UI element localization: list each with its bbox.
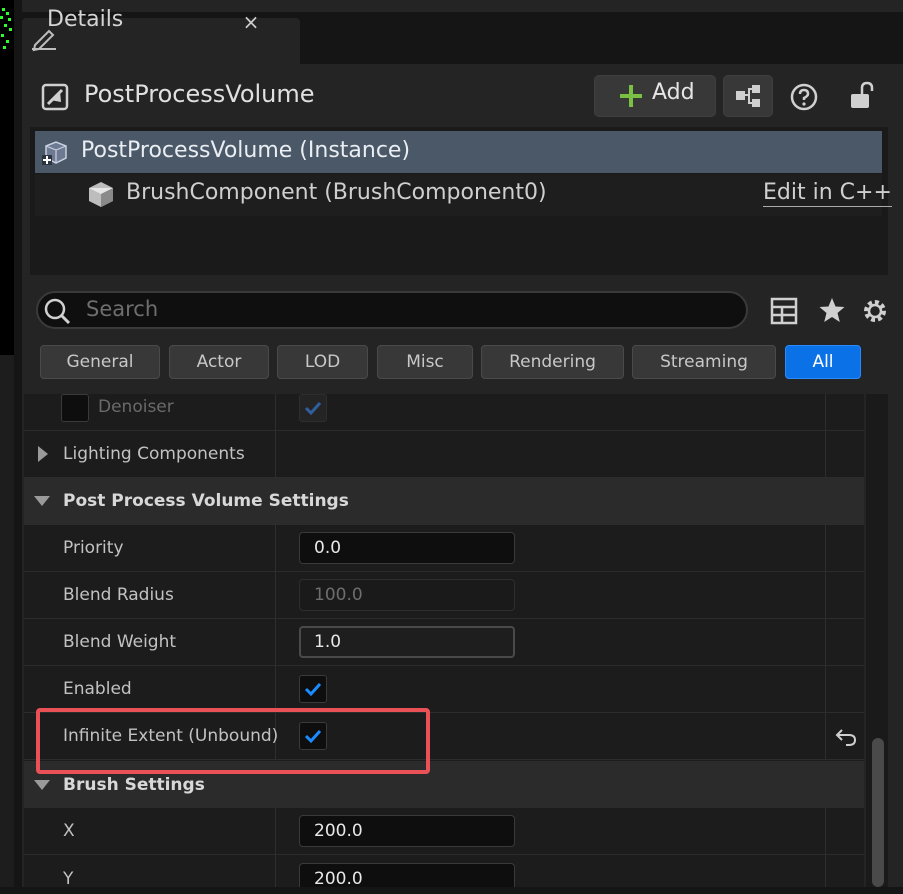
divider — [275, 572, 276, 618]
x-field[interactable]: 200.0 — [299, 815, 515, 847]
divider — [275, 619, 276, 665]
blend-weight-label: Blend Weight — [63, 632, 177, 652]
left-panel-edge — [0, 355, 14, 887]
reset-arrow-icon[interactable] — [834, 725, 858, 749]
filter-lod[interactable]: LOD — [277, 345, 368, 379]
filter-streaming[interactable]: Streaming — [632, 345, 776, 379]
gear-icon[interactable] — [860, 296, 890, 326]
divider — [825, 855, 826, 887]
divider — [275, 666, 276, 712]
property-row-x: X 200.0 — [24, 808, 864, 855]
divider — [275, 855, 276, 887]
search-icon — [44, 298, 71, 325]
priority-label: Priority — [63, 538, 124, 558]
help-icon[interactable] — [789, 82, 819, 112]
divider — [825, 431, 826, 477]
post-process-settings-label: Post Process Volume Settings — [63, 491, 349, 511]
denoiser-checkbox[interactable] — [299, 394, 327, 422]
collapse-arrow-icon[interactable] — [34, 780, 50, 790]
instance-label: PostProcessVolume (Instance) — [81, 138, 411, 163]
instance-icon — [42, 141, 67, 165]
blueprint-icon — [736, 85, 760, 107]
divider — [275, 808, 276, 854]
divider — [825, 619, 826, 665]
cube-icon — [89, 182, 113, 207]
divider — [825, 572, 826, 618]
filter-rendering[interactable]: Rendering — [481, 345, 624, 379]
divider — [825, 525, 826, 571]
x-label: X — [63, 821, 75, 841]
property-row-denoiser: Denoiser — [24, 394, 864, 431]
search-input[interactable] — [84, 294, 724, 324]
divider — [825, 666, 826, 712]
brush-component-label: BrushComponent (BrushComponent0) — [126, 180, 547, 205]
actor-name: PostProcessVolume — [84, 80, 315, 108]
add-button-label: Add — [652, 80, 695, 105]
category-lighting-components[interactable]: Lighting Components — [24, 431, 864, 478]
filter-all[interactable]: All — [785, 345, 861, 379]
property-row-y: Y 200.0 — [24, 855, 864, 889]
property-row-priority: Priority 0.0 — [24, 525, 864, 572]
divider — [275, 525, 276, 571]
priority-field[interactable]: 0.0 — [299, 532, 515, 564]
blend-weight-field[interactable]: 1.0 — [299, 626, 515, 658]
viewport-edge — [0, 0, 14, 355]
grid-icon[interactable] — [770, 297, 798, 325]
edit-in-cpp-link[interactable]: Edit in C++ — [763, 180, 892, 207]
denoiser-label: Denoiser — [98, 397, 174, 417]
lighting-components-label: Lighting Components — [63, 444, 245, 464]
divider — [825, 808, 826, 854]
checkmark-icon — [304, 401, 322, 416]
enabled-checkbox[interactable] — [299, 675, 327, 703]
close-icon[interactable]: × — [238, 10, 264, 34]
divider — [825, 394, 826, 430]
star-icon[interactable] — [818, 296, 846, 324]
category-post-process-volume-settings[interactable]: Post Process Volume Settings — [24, 478, 864, 525]
plus-icon — [620, 85, 642, 107]
divider — [275, 431, 276, 477]
divider — [275, 394, 276, 430]
actor-icon — [41, 83, 69, 111]
y-field[interactable]: 200.0 — [299, 863, 515, 889]
tab-title: Details — [47, 7, 124, 32]
denoiser-toggle[interactable] — [61, 394, 89, 422]
collapse-arrow-icon[interactable] — [34, 496, 50, 506]
property-row-blend-weight: Blend Weight 1.0 — [24, 619, 864, 666]
blend-radius-label: Blend Radius — [63, 585, 174, 605]
lock-icon[interactable] — [848, 80, 876, 110]
filter-misc[interactable]: Misc — [377, 345, 473, 379]
filter-general[interactable]: General — [40, 345, 160, 379]
property-row-blend-radius: Blend Radius 100.0 — [24, 572, 864, 619]
checkmark-icon — [304, 682, 322, 697]
property-row-enabled: Enabled — [24, 666, 864, 713]
brush-settings-label: Brush Settings — [63, 775, 205, 795]
top-strip — [22, 0, 903, 12]
blueprint-button[interactable] — [723, 75, 773, 117]
highlight-box — [36, 708, 430, 774]
expand-arrow-icon[interactable] — [38, 446, 48, 462]
enabled-label: Enabled — [63, 679, 132, 699]
divider — [825, 713, 826, 759]
scrollbar-thumb[interactable] — [872, 738, 884, 887]
blend-radius-field[interactable]: 100.0 — [299, 579, 515, 611]
y-label: Y — [63, 869, 74, 889]
filter-actor[interactable]: Actor — [169, 345, 269, 379]
tab-bar-background — [300, 12, 903, 64]
